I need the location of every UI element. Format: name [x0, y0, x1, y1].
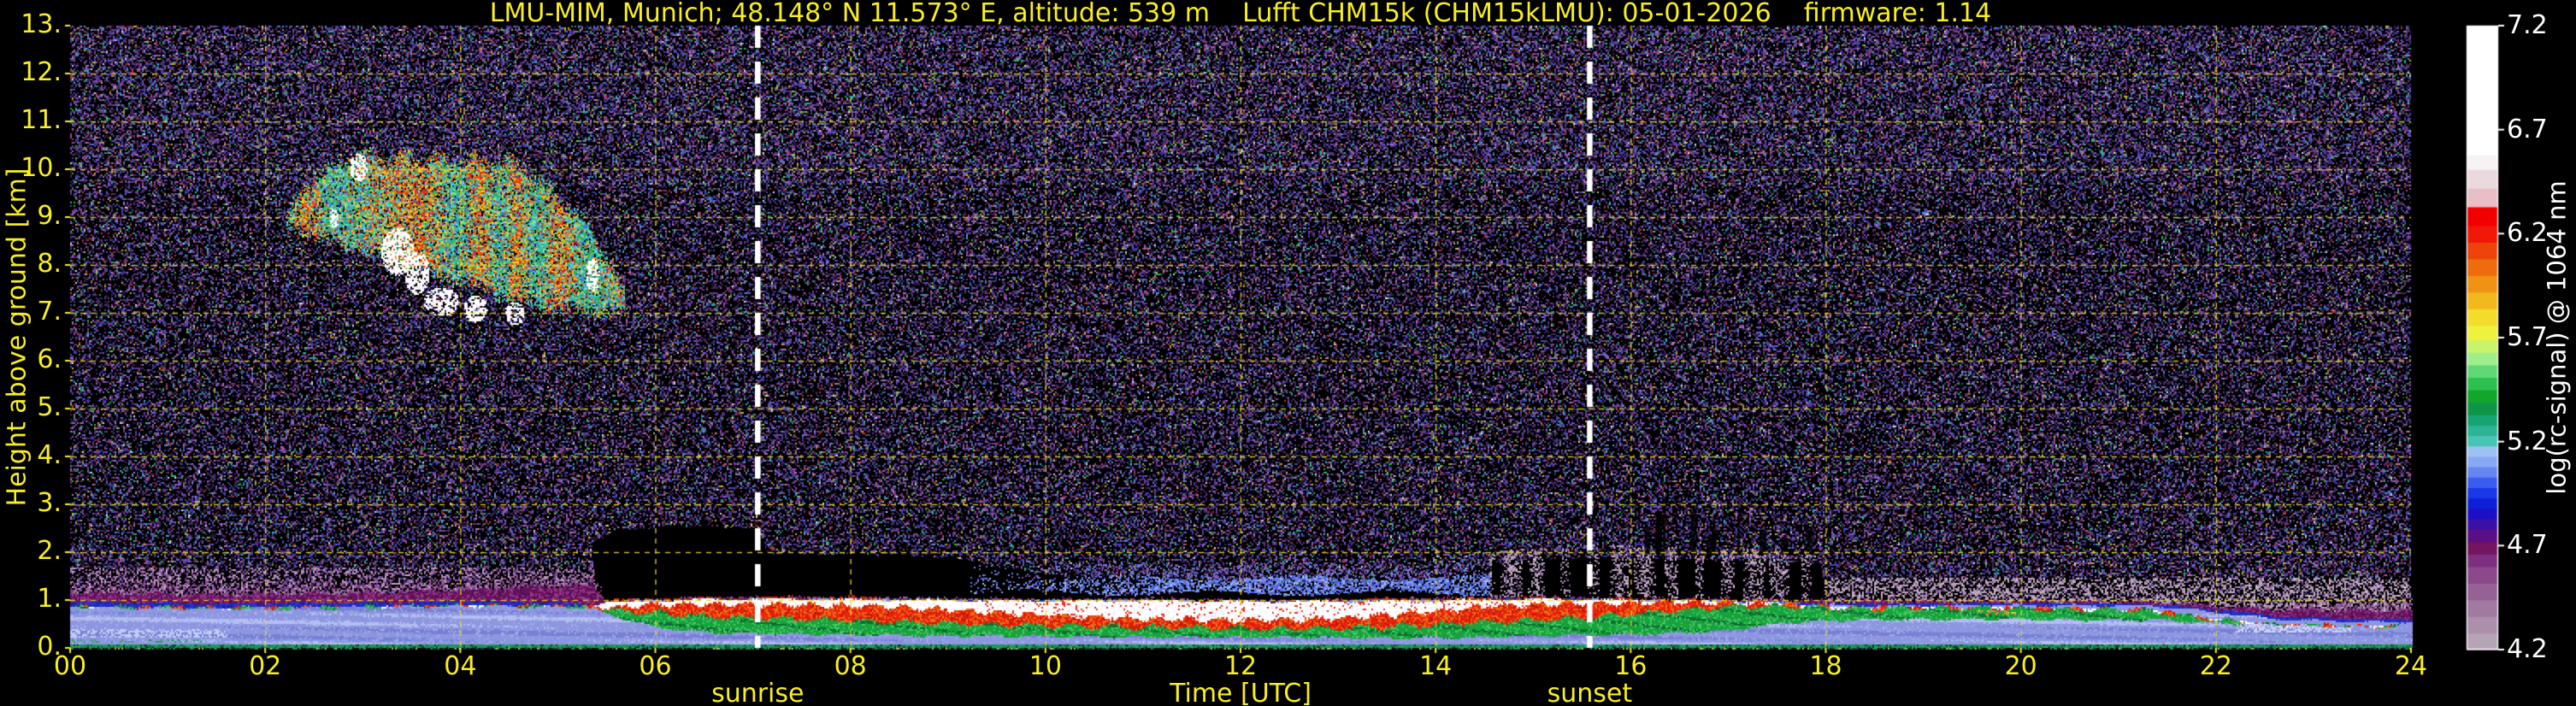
x-axis-tick-label: 24: [2394, 651, 2428, 681]
y-axis-tick-label: 8.: [37, 249, 62, 279]
x-axis-tick-label: 06: [639, 651, 672, 681]
x-axis-tick-label: 18: [1809, 651, 1842, 681]
x-axis-tick-label: 02: [249, 651, 282, 681]
colorbar-tick-label: 4.7: [2507, 530, 2548, 561]
y-axis-tick-label: 9.: [37, 201, 62, 231]
x-axis-tick-label: 04: [444, 651, 477, 681]
y-axis-tick-label: 7.: [37, 297, 62, 327]
sunrise-annotation-label: sunrise: [711, 679, 805, 706]
x-axis-tick-label: 22: [2199, 651, 2232, 681]
x-axis-tick-label: 12: [1223, 651, 1258, 681]
ceilometer-quicklook: LMU-MIM, Munich; 48.148° N 11.573° E, al…: [0, 0, 2576, 706]
y-axis-tick-label: 10.: [21, 153, 62, 183]
y-axis-tick-label: 4.: [37, 440, 62, 470]
y-axis-tick-label: 13.: [21, 9, 62, 39]
x-axis-tick-label: 00: [53, 651, 87, 681]
colorbar-tick-label: 5.2: [2507, 426, 2548, 456]
y-axis-tick-label: 6.: [37, 344, 62, 374]
chart-title: LMU-MIM, Munich; 48.148° N 11.573° E, al…: [489, 0, 1992, 28]
colorbar-tick-label: 6.2: [2507, 218, 2548, 249]
x-axis-tick-label: 08: [834, 651, 867, 681]
x-axis-tick-label: 16: [1614, 651, 1648, 681]
y-axis-tick-label: 5.: [37, 392, 62, 422]
x-axis-label: Time [UTC]: [1170, 679, 1312, 706]
heatmap-canvas: [0, 0, 2576, 706]
y-axis-tick-label: 3.: [37, 488, 62, 518]
colorbar-tick-label: 4.2: [2507, 634, 2548, 664]
x-axis-tick-label: 14: [1419, 651, 1453, 681]
y-axis-tick-label: 2.: [37, 536, 62, 566]
colorbar-tick-label: 6.7: [2507, 114, 2548, 144]
colorbar-tick-label: 7.2: [2507, 10, 2548, 40]
y-axis-tick-label: 11.: [21, 105, 62, 135]
sunset-annotation-label: sunset: [1547, 679, 1633, 706]
y-axis-tick-label: 1.: [37, 584, 62, 614]
x-axis-tick-label: 20: [2004, 651, 2037, 681]
y-axis-tick-label: 12.: [21, 57, 62, 87]
x-axis-tick-label: 10: [1029, 651, 1062, 681]
colorbar-tick-label: 5.7: [2507, 322, 2548, 352]
